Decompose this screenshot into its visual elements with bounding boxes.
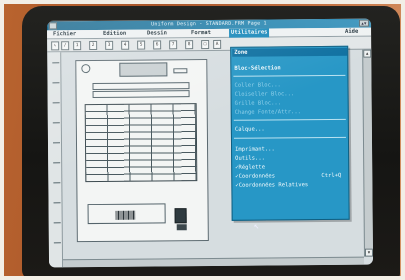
tool-rect-icon[interactable]: □	[201, 40, 210, 50]
menu-item-coordonnees-relatives[interactable]: ✓Coordonnées Relatives	[235, 181, 345, 190]
menu-item-zone[interactable]: Zone	[232, 47, 348, 57]
menu-item-reglette[interactable]: ✓Réglette	[235, 163, 345, 172]
utilitaires-menu: Zone Bloc-Sélection Coller Bloc... Clois…	[230, 45, 350, 221]
vertical-scrollbar[interactable]: ▲ ▼	[362, 49, 373, 257]
menu-separator	[233, 136, 346, 139]
ruler-number: 3	[105, 40, 114, 50]
ruler-tick	[53, 222, 61, 224]
menu-item-bloc-selection[interactable]: Bloc-Sélection	[234, 64, 344, 73]
ruler-tick	[53, 242, 61, 244]
menu-item-coordonnees-label: ✓Coordonnées	[235, 173, 276, 180]
menu-item-outils[interactable]: Outils...	[235, 154, 345, 163]
window-title: Uniform Design - STANDARD.FRM Page 1	[151, 20, 267, 28]
menu-separator	[233, 74, 346, 77]
menu-item-coller-bloc[interactable]: Coller Bloc...	[234, 81, 344, 90]
maximize-icon[interactable]: ▲▼	[358, 19, 369, 27]
menu-fichier[interactable]: Fichier	[51, 30, 78, 39]
menu-format[interactable]: Format	[189, 29, 213, 38]
menu-item-shortcut: Ctrl+Q	[321, 172, 342, 180]
ruler-tick	[52, 62, 60, 64]
tool-text-icon[interactable]: A	[213, 39, 222, 49]
vertical-ruler	[47, 52, 64, 268]
menu-item-grille-bloc[interactable]: Grille Bloc...	[235, 99, 345, 108]
menu-item-calque[interactable]: Calque...	[235, 125, 345, 134]
ruler-number: 5	[137, 40, 146, 50]
ruler-number: 1	[73, 41, 82, 51]
ruler-number: 8	[185, 40, 194, 50]
form-row-box[interactable]	[92, 82, 190, 91]
menu-item-cloiseller-bloc[interactable]: Cloiseller Bloc...	[235, 90, 345, 99]
ruler-tick	[53, 202, 61, 204]
menu-item-coordonnees[interactable]: ✓Coordonnées Ctrl+Q	[235, 172, 345, 181]
menu-aide[interactable]: Aide	[343, 28, 360, 37]
ruler-number: 6	[153, 40, 162, 50]
form-filled-block-small[interactable]	[176, 224, 187, 231]
barcode-icon	[115, 210, 136, 220]
ruler-tick	[52, 122, 60, 124]
ruler-tick	[52, 102, 60, 104]
scroll-down-icon[interactable]: ▼	[364, 248, 373, 257]
form-page[interactable]	[75, 59, 209, 243]
ruler-tick	[53, 182, 61, 184]
form-header-box[interactable]	[119, 62, 168, 77]
ruler-tick	[52, 142, 60, 144]
form-row-box[interactable]	[92, 90, 190, 99]
ruler-tick	[52, 82, 60, 84]
system-menu-icon[interactable]	[48, 22, 58, 30]
tool-arrow-icon[interactable]: ↖	[51, 41, 60, 51]
ruler-number: 2	[89, 40, 98, 51]
form-filled-block[interactable]	[174, 208, 187, 224]
menu-separator	[233, 118, 346, 121]
crt-screen: Uniform Design - STANDARD.FRM Page 1 ▲▼ …	[46, 18, 374, 268]
menu-utilitaires[interactable]: Utilitaires	[229, 28, 270, 38]
scroll-up-icon[interactable]: ▲	[363, 49, 372, 58]
menu-dessin[interactable]: Dessin	[145, 29, 169, 38]
form-table-grid[interactable]	[84, 103, 198, 183]
form-header-field[interactable]	[173, 68, 188, 74]
cursor-arrow-icon: ↖	[253, 221, 260, 232]
menu-item-change-fonte[interactable]: Change Fonte/Attr...	[235, 108, 345, 117]
ruler-number: 7	[169, 40, 178, 50]
form-logo-circle	[81, 64, 91, 74]
tool-line-icon[interactable]: /	[61, 41, 70, 51]
ruler-tick	[53, 162, 61, 164]
ruler-number: 4	[121, 40, 130, 50]
menu-item-imprimant[interactable]: Imprimant...	[235, 145, 345, 154]
menu-edition[interactable]: Edition	[101, 30, 128, 39]
